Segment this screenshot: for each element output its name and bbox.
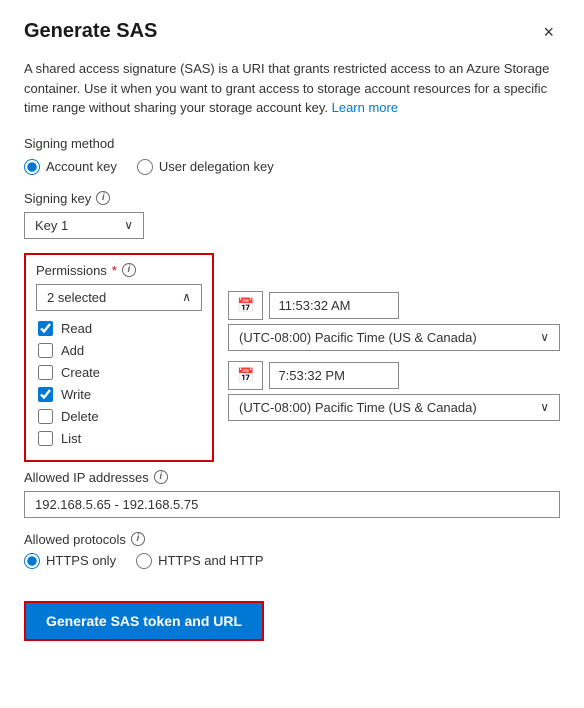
start-timezone-chevron-icon: ∨ — [540, 330, 549, 344]
generate-sas-button[interactable]: Generate SAS token and URL — [24, 601, 264, 641]
https-and-http-radio[interactable] — [136, 553, 152, 569]
user-delegation-key-label: User delegation key — [159, 159, 274, 174]
permissions-required-star: * — [112, 263, 117, 278]
permissions-dropdown[interactable]: 2 selected ∧ — [36, 284, 202, 311]
signing-method-radio-group: Account key User delegation key — [24, 159, 560, 175]
https-only-option[interactable]: HTTPS only — [24, 553, 116, 569]
https-only-radio[interactable] — [24, 553, 40, 569]
protocols-radio-group: HTTPS only HTTPS and HTTP — [24, 553, 560, 569]
permissions-section: Permissions * i 2 selected ∧ Read Add — [24, 253, 214, 462]
start-date-group: 📅 (UTC-08:00) Pacific Time (US & Canada)… — [228, 253, 560, 351]
signing-key-info-icon: i — [96, 191, 110, 205]
allowed-ip-group: Allowed IP addresses i — [24, 470, 560, 518]
close-button[interactable]: × — [537, 21, 560, 43]
https-only-label: HTTPS only — [46, 553, 116, 568]
signing-method-label: Signing method — [24, 136, 560, 151]
permission-delete-checkbox[interactable] — [38, 409, 53, 424]
permission-read-checkbox[interactable] — [38, 321, 53, 336]
allowed-protocols-label: Allowed protocols i — [24, 532, 560, 547]
permission-delete-item[interactable]: Delete — [38, 409, 200, 424]
permissions-label: Permissions * i — [36, 263, 202, 278]
signing-key-select[interactable]: Key 1 ∨ — [24, 212, 144, 239]
permission-write-checkbox[interactable] — [38, 387, 53, 402]
expiry-timezone-chevron-icon: ∨ — [540, 400, 549, 414]
permission-list-label: List — [61, 431, 81, 446]
allowed-ip-label: Allowed IP addresses i — [24, 470, 560, 485]
expiry-calendar-icon: 📅 — [237, 367, 254, 384]
expiry-timezone-select[interactable]: (UTC-08:00) Pacific Time (US & Canada) ∨ — [228, 394, 560, 421]
signing-key-label: Signing key i — [24, 191, 560, 206]
permission-write-label: Write — [61, 387, 91, 402]
permission-read-label: Read — [61, 321, 92, 336]
start-date-row: 📅 — [228, 291, 560, 320]
https-and-http-option[interactable]: HTTPS and HTTP — [136, 553, 263, 569]
allowed-protocols-info-icon: i — [131, 532, 145, 546]
allowed-ip-info-icon: i — [154, 470, 168, 484]
signing-method-group: Signing method Account key User delegati… — [24, 136, 560, 175]
expiry-date-row: 📅 — [228, 361, 560, 390]
signing-key-chevron-icon: ∨ — [124, 218, 133, 232]
start-time-input[interactable] — [269, 292, 399, 319]
permissions-info-icon: i — [122, 263, 136, 277]
allowed-protocols-group: Allowed protocols i HTTPS only HTTPS and… — [24, 532, 560, 569]
signing-key-value: Key 1 — [35, 218, 68, 233]
permission-create-item[interactable]: Create — [38, 365, 200, 380]
generate-sas-dialog: Generate SAS × A shared access signature… — [0, 0, 584, 708]
start-timezone-select[interactable]: (UTC-08:00) Pacific Time (US & Canada) ∨ — [228, 324, 560, 351]
start-calendar-icon: 📅 — [237, 297, 254, 314]
permission-create-checkbox[interactable] — [38, 365, 53, 380]
dates-column: 📅 (UTC-08:00) Pacific Time (US & Canada)… — [214, 253, 560, 462]
permission-add-label: Add — [61, 343, 84, 358]
account-key-option[interactable]: Account key — [24, 159, 117, 175]
start-date-picker[interactable]: 📅 — [228, 291, 263, 320]
permission-write-item[interactable]: Write — [38, 387, 200, 402]
permission-list-checkbox[interactable] — [38, 431, 53, 446]
dialog-title: Generate SAS — [24, 20, 157, 43]
permission-delete-label: Delete — [61, 409, 99, 424]
user-delegation-key-radio[interactable] — [137, 159, 153, 175]
expiry-date-group: 📅 (UTC-08:00) Pacific Time (US & Canada)… — [228, 361, 560, 421]
permissions-selected-text: 2 selected — [47, 290, 106, 305]
mid-section: Permissions * i 2 selected ∧ Read Add — [24, 253, 560, 462]
permission-list-item[interactable]: List — [38, 431, 200, 446]
user-delegation-key-option[interactable]: User delegation key — [137, 159, 274, 175]
permission-create-label: Create — [61, 365, 100, 380]
account-key-radio[interactable] — [24, 159, 40, 175]
signing-key-group: Signing key i Key 1 ∨ — [24, 191, 560, 239]
learn-more-link[interactable]: Learn more — [332, 100, 398, 115]
permission-add-item[interactable]: Add — [38, 343, 200, 358]
dialog-description: A shared access signature (SAS) is a URI… — [24, 59, 560, 118]
expiry-date-picker[interactable]: 📅 — [228, 361, 263, 390]
expiry-timezone-value: (UTC-08:00) Pacific Time (US & Canada) — [239, 400, 477, 415]
expiry-time-input[interactable] — [269, 362, 399, 389]
dialog-header: Generate SAS × — [24, 20, 560, 43]
https-and-http-label: HTTPS and HTTP — [158, 553, 263, 568]
permission-read-item[interactable]: Read — [38, 321, 200, 336]
permission-add-checkbox[interactable] — [38, 343, 53, 358]
account-key-label: Account key — [46, 159, 117, 174]
permissions-checkbox-list: Read Add Create Write — [36, 317, 202, 450]
permissions-chevron-icon: ∧ — [182, 290, 191, 304]
permissions-column: Permissions * i 2 selected ∧ Read Add — [24, 253, 214, 462]
start-timezone-value: (UTC-08:00) Pacific Time (US & Canada) — [239, 330, 477, 345]
allowed-ip-input[interactable] — [24, 491, 560, 518]
